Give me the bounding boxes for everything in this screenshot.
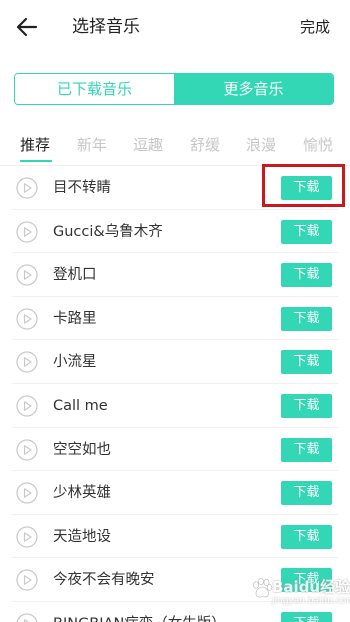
song-title: 今夜不会有晚安 [53, 572, 155, 589]
category-tabs: 推荐 新年 逗趣 舒缓 浪漫 愉悦 [0, 130, 350, 164]
song-title: 空空如也 [53, 441, 111, 458]
download-button[interactable]: 下载 [281, 306, 332, 331]
song-row[interactable]: 空空如也 下载 [0, 428, 350, 472]
download-button[interactable]: 下载 [281, 263, 332, 288]
song-row[interactable]: 小流星 下载 [0, 340, 350, 384]
download-button[interactable]: 下载 [281, 350, 332, 375]
play-circle-icon[interactable] [16, 526, 38, 548]
song-row[interactable]: 少林英雄 下载 [0, 471, 350, 515]
play-circle-icon[interactable] [16, 613, 38, 622]
tab-funny[interactable]: 逗趣 [133, 134, 163, 156]
play-circle-icon[interactable] [16, 264, 38, 286]
play-circle-icon[interactable] [16, 482, 38, 504]
play-circle-icon[interactable] [16, 569, 38, 591]
song-row[interactable]: 天造地设 下载 [0, 515, 350, 559]
play-circle-icon[interactable] [16, 395, 38, 417]
baidu-watermark: Baidu经验 jingyan.baidu.com [250, 572, 350, 612]
play-circle-icon[interactable] [16, 351, 38, 373]
paw-icon [253, 577, 273, 598]
song-title: 少林英雄 [53, 485, 111, 502]
segment-downloaded-music[interactable]: 已下载音乐 [15, 74, 174, 104]
done-button[interactable]: 完成 [300, 16, 330, 38]
arrow-left-icon [16, 17, 38, 37]
music-picker-screen: 选择音乐 完成 已下载音乐 更多音乐 推荐 新年 逗趣 舒缓 浪漫 愉悦 目不转… [0, 0, 350, 622]
play-circle-icon[interactable] [16, 438, 38, 461]
song-title: 登机口 [53, 267, 97, 284]
song-title: Call me [53, 397, 108, 414]
tab-joyful[interactable]: 愉悦 [303, 134, 333, 156]
song-row[interactable]: 卡路里 下载 [0, 297, 350, 341]
tab-soothing[interactable]: 舒缓 [190, 134, 220, 156]
song-row[interactable]: Gucci&乌鲁木齐 下载 [0, 210, 350, 254]
song-title: 目不转睛 [53, 180, 111, 196]
download-button[interactable]: 下载 [281, 524, 332, 549]
song-list: 目不转睛 下载 Gucci&乌鲁木齐 下载 登机口 下载 卡路里 下载 小流星 下载 Call me… [0, 166, 350, 622]
watermark-text: Baidu经验 [272, 578, 350, 596]
song-row[interactable]: 登机口 下载 [0, 253, 350, 297]
page-title: 选择音乐 [72, 17, 140, 37]
tab-new-year[interactable]: 新年 [77, 134, 107, 156]
download-button[interactable]: 下载 [281, 437, 332, 462]
play-circle-icon[interactable] [16, 220, 38, 243]
highlight-box [262, 164, 345, 207]
tab-recommended[interactable]: 推荐 [20, 134, 50, 156]
play-circle-icon[interactable] [16, 308, 38, 330]
tab-romantic[interactable]: 浪漫 [246, 134, 276, 156]
song-title: Gucci&乌鲁木齐 [53, 223, 163, 240]
active-tab-indicator [20, 160, 52, 162]
download-button[interactable]: 下载 [281, 219, 332, 244]
download-button[interactable]: 下载 [281, 611, 332, 622]
source-segment-control: 已下载音乐 更多音乐 [14, 73, 334, 105]
segment-more-music[interactable]: 更多音乐 [174, 74, 333, 104]
song-title: 小流星 [53, 354, 97, 371]
download-button[interactable]: 下载 [281, 393, 332, 418]
song-title: BINGBIAN病变（女生版） [53, 613, 226, 622]
song-row[interactable]: Call me 下载 [0, 384, 350, 428]
watermark-url: jingyan.baidu.com [272, 596, 350, 606]
download-button[interactable]: 下载 [281, 481, 332, 506]
back-button[interactable] [14, 15, 40, 39]
song-title: 天造地设 [53, 528, 111, 545]
play-circle-icon[interactable] [16, 177, 38, 199]
song-title: 卡路里 [53, 310, 97, 327]
header: 选择音乐 完成 [0, 0, 350, 54]
